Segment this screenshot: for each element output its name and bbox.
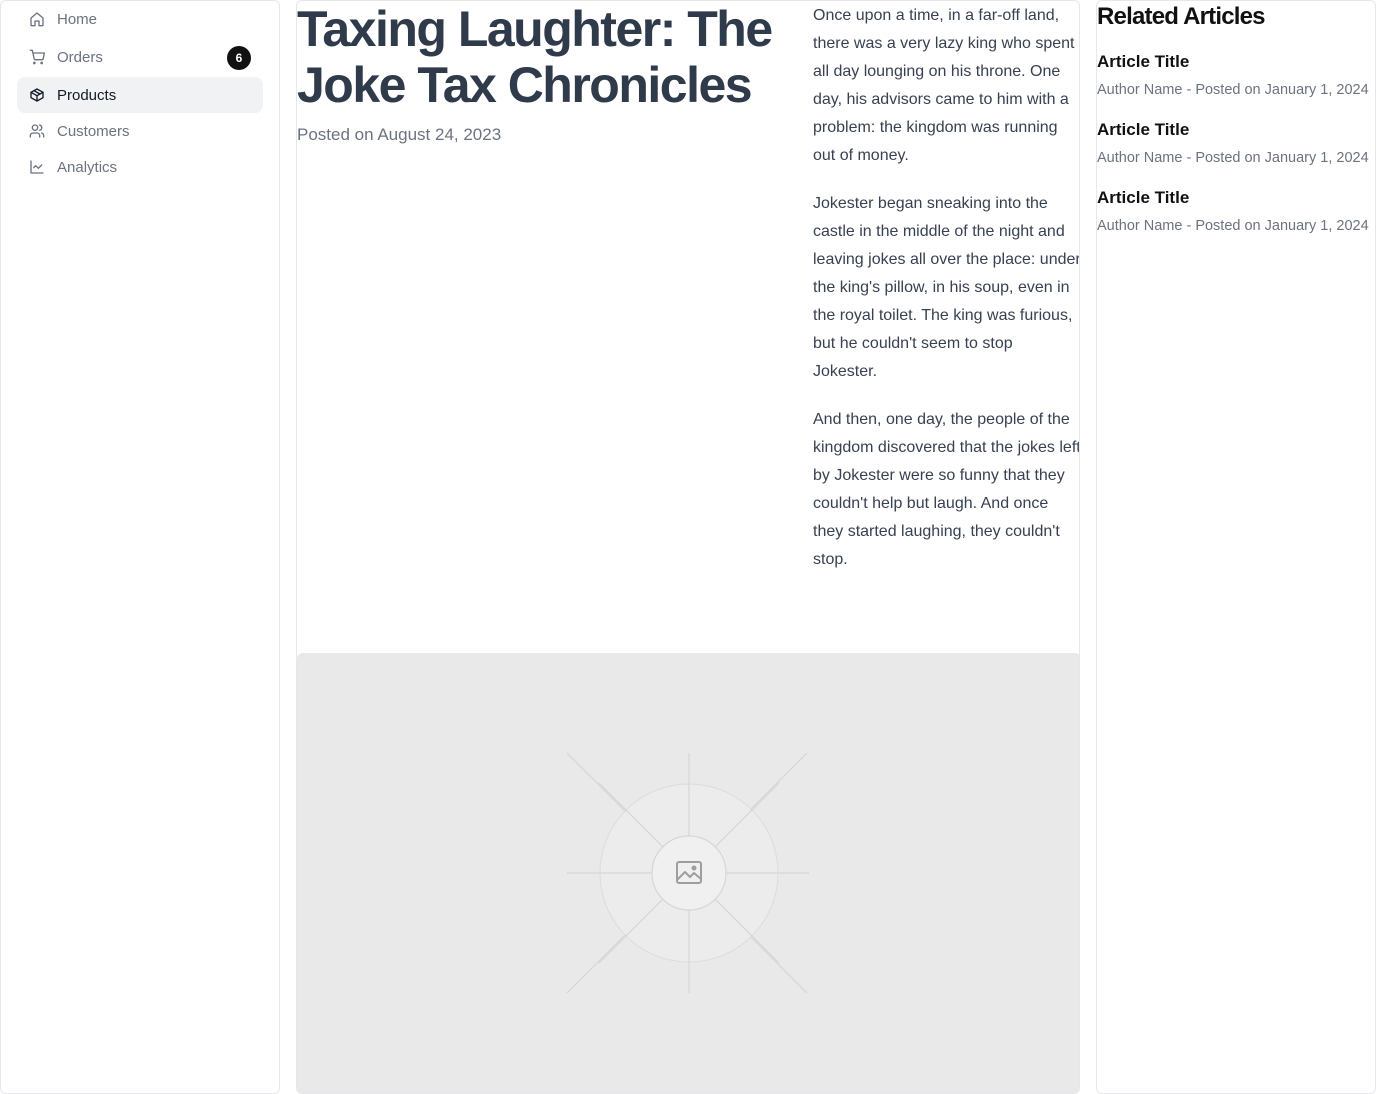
article-body: Once upon a time, in a far-off land, the… xyxy=(813,2,1080,594)
article-paragraph: Jokester began sneaking into the castle … xyxy=(813,195,1080,380)
line-chart-icon xyxy=(29,159,45,175)
related-article-meta: Author Name - Posted on January 1, 2024 xyxy=(1097,150,1369,166)
related-article-meta: Author Name - Posted on January 1, 2024 xyxy=(1097,218,1369,234)
sidebar-item-products[interactable]: Products xyxy=(17,77,263,113)
sidebar-item-label: Customers xyxy=(57,122,130,140)
app-root: Home Orders 6 Products Customers Analyti… xyxy=(0,0,1376,1094)
sidebar-item-label: Orders xyxy=(57,48,103,66)
sidebar-item-analytics[interactable]: Analytics xyxy=(17,149,263,185)
article-date: Posted on August 24, 2023 xyxy=(297,125,502,144)
article-card: Taxing Laughter: The Joke Tax Chronicles… xyxy=(296,0,1080,1094)
related-article-title[interactable]: Article Title xyxy=(1097,52,1376,72)
related-article[interactable]: Article Title Author Name - Posted on Ja… xyxy=(1097,188,1376,234)
cart-icon xyxy=(29,49,45,65)
related-article-title[interactable]: Article Title xyxy=(1097,188,1376,208)
related-article[interactable]: Article Title Author Name - Posted on Ja… xyxy=(1097,52,1376,98)
sidebar-item-orders[interactable]: Orders 6 xyxy=(17,39,263,75)
article-paragraph: And then, one day, the people of the kin… xyxy=(813,411,1080,568)
article-title: Taxing Laughter: The Joke Tax Chronicles xyxy=(297,1,773,113)
sidebar-item-label: Analytics xyxy=(57,158,118,176)
related-article-title[interactable]: Article Title xyxy=(1097,120,1376,140)
image-placeholder-icon xyxy=(566,752,809,994)
article-image-placeholder xyxy=(297,653,1079,1093)
sidebar-item-home[interactable]: Home xyxy=(17,1,263,37)
related-article[interactable]: Article Title Author Name - Posted on Ja… xyxy=(1097,120,1376,166)
article-paragraph: Once upon a time, in a far-off land, the… xyxy=(813,7,1075,164)
sidebar-item-customers[interactable]: Customers xyxy=(17,113,263,149)
sidebar-item-label: Home xyxy=(57,10,98,28)
related-articles-panel: Related Articles Article Title Author Na… xyxy=(1096,0,1376,1094)
sidebar-item-label: Products xyxy=(57,86,117,104)
related-heading: Related Articles xyxy=(1097,3,1266,30)
related-article-meta: Author Name - Posted on January 1, 2024 xyxy=(1097,82,1369,98)
sidebar: Home Orders 6 Products Customers Analyti… xyxy=(0,0,280,1094)
package-icon xyxy=(29,87,45,103)
orders-count-badge: 6 xyxy=(227,46,251,70)
home-icon xyxy=(29,11,45,27)
users-icon xyxy=(29,123,45,139)
